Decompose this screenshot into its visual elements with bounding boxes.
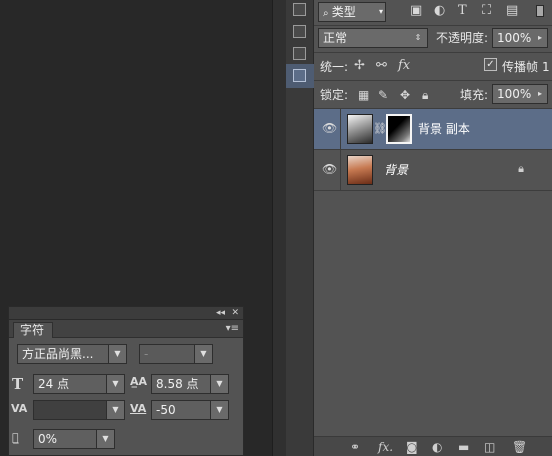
search-icon: ⌕ — [323, 8, 332, 19]
propagate-checkbox[interactable]: ✓ — [484, 58, 497, 71]
canvas-scrollbar[interactable] — [272, 0, 286, 456]
panel-menu-icon[interactable]: ▾≡ — [226, 323, 239, 334]
font-size-value: 24 点 — [38, 377, 70, 391]
delete-layer-icon[interactable]: 🗑︎ — [512, 439, 527, 455]
opacity-label: 不透明度: — [436, 31, 489, 45]
new-group-icon[interactable]: ▬ — [458, 439, 469, 455]
chevron-right-icon: ▸ — [533, 85, 547, 103]
chevron-down-icon: ▼ — [106, 401, 124, 419]
chevron-right-icon: ▸ — [533, 29, 547, 47]
adjustment-layer-icon[interactable]: ◐ — [432, 439, 442, 455]
link-layers-icon[interactable]: ⚭ — [350, 439, 360, 455]
collapse-icon[interactable]: ◂◂ — [216, 307, 225, 319]
layer-row-background[interactable]: 👁︎ 背景 🔒︎ — [314, 150, 552, 190]
unify-style-icon[interactable]: fx — [398, 58, 410, 74]
dock-button-3[interactable] — [293, 47, 306, 60]
baseline-shift-icon: あ̲ — [12, 431, 19, 444]
eye-icon[interactable]: 👁︎ — [322, 162, 337, 176]
eye-icon[interactable]: 👁︎ — [322, 121, 337, 135]
dock-button-layers[interactable] — [293, 69, 306, 82]
chevron-down-icon: ▼ — [210, 375, 228, 393]
chevron-down-icon: ▼ — [96, 430, 114, 448]
shape-filter-icon[interactable]: ⛶ — [482, 3, 491, 19]
layer-mask-thumbnail[interactable] — [386, 114, 412, 144]
layer-row-background-copy[interactable]: 👁︎ ⛓ 背景 副本 — [314, 109, 552, 149]
blend-mode-select[interactable]: 正常 ⇕ — [318, 28, 428, 48]
layers-panel: ⌕ 类型 ▾ ▣ ◐ T ⛶ ▤ 正常 ⇕ 不透明度: 100% ▸ 统一: ✢… — [314, 0, 552, 456]
tsume-value: 0% — [38, 432, 58, 446]
adjustment-filter-icon[interactable]: ◐ — [434, 3, 445, 19]
font-size-field[interactable]: 24 点 ▼ — [33, 374, 125, 394]
chevron-down-icon: ▾ — [378, 7, 383, 16]
unify-position-icon[interactable]: ✢ — [354, 58, 365, 74]
chevron-down-icon: ▼ — [108, 345, 126, 363]
link-icon[interactable]: ⛓ — [373, 122, 387, 135]
panel-title-bar[interactable]: ◂◂ ✕ — [9, 307, 243, 320]
pixel-filter-icon[interactable]: ▣ — [410, 3, 422, 19]
font-size-icon: T — [12, 375, 24, 393]
layer-name: 背景 — [384, 163, 409, 177]
font-style-value: - — [144, 347, 149, 361]
tsume-field[interactable]: 0% ▼ — [33, 429, 115, 449]
smart-object-filter-icon[interactable]: ▤ — [506, 3, 518, 19]
character-tabbar: 字符 ▾≡ — [9, 320, 243, 338]
tab-character[interactable]: 字符 — [13, 322, 53, 338]
fill-value: 100% — [497, 87, 532, 101]
kerning-icon: VA — [11, 402, 28, 415]
panel-dock-strip — [286, 0, 314, 456]
leading-field[interactable]: 8.58 点 ▼ — [151, 374, 229, 394]
leading-value: 8.58 点 — [156, 377, 199, 391]
blend-mode-value: 正常 — [323, 31, 348, 45]
layer-thumbnail — [347, 155, 373, 185]
tracking-value: -50 — [156, 403, 176, 417]
tracking-icon: VA — [130, 402, 147, 415]
tracking-field[interactable]: -50 ▼ — [151, 400, 229, 420]
font-family-value: 方正品尚黑... — [22, 347, 94, 361]
chevron-down-icon: ▼ — [194, 345, 212, 363]
fill-label: 填充: — [460, 88, 489, 102]
close-icon[interactable]: ✕ — [231, 307, 239, 319]
chevron-updown-icon: ⇕ — [409, 29, 427, 47]
lock-brush-icon[interactable]: ✎ — [378, 88, 388, 102]
filter-toggle[interactable] — [536, 5, 544, 17]
dock-button-1[interactable] — [293, 3, 306, 16]
font-family-select[interactable]: 方正品尚黑... ▼ — [17, 344, 127, 364]
lock-all-icon[interactable]: 🔒︎ — [422, 88, 428, 102]
lock-transparent-icon[interactable]: ▦ — [358, 88, 369, 102]
unify-label: 统一: — [320, 60, 349, 74]
chevron-down-icon: ▼ — [106, 375, 124, 393]
layer-filter-select[interactable]: ⌕ 类型 ▾ — [318, 2, 386, 22]
opacity-field[interactable]: 100% ▸ — [492, 28, 548, 48]
fill-field[interactable]: 100% ▸ — [492, 84, 548, 104]
dock-button-2[interactable] — [293, 25, 306, 38]
layer-thumbnail — [347, 114, 373, 144]
layer-name: 背景 副本 — [418, 122, 470, 136]
layer-style-icon[interactable]: fx. — [378, 439, 393, 455]
layers-bottom-bar: ⚭ fx. ◙ ◐ ▬ ◫ 🗑︎ — [314, 436, 552, 456]
propagate-value: 1 — [542, 60, 550, 74]
chevron-down-icon: ▼ — [210, 401, 228, 419]
character-panel: ◂◂ ✕ 字符 ▾≡ 方正品尚黑... ▼ - ▼ T 24 点 ▼ A̲A 8… — [8, 306, 244, 456]
kerning-field[interactable]: ▼ — [33, 400, 125, 420]
leading-icon: A̲A — [130, 375, 148, 388]
type-filter-icon[interactable]: T — [458, 3, 467, 19]
propagate-label: 传播帧 — [502, 60, 539, 74]
add-mask-icon[interactable]: ◙ — [406, 439, 418, 455]
filter-value: 类型 — [331, 5, 356, 19]
lock-move-icon[interactable]: ✥ — [400, 88, 410, 102]
lock-icon: 🔒︎ — [518, 162, 524, 175]
font-style-select: - ▼ — [139, 344, 213, 364]
new-layer-icon[interactable]: ◫ — [484, 439, 495, 455]
unify-visibility-icon[interactable]: ⚯ — [376, 58, 387, 74]
lock-label: 锁定: — [320, 88, 349, 102]
opacity-value: 100% — [497, 31, 532, 45]
